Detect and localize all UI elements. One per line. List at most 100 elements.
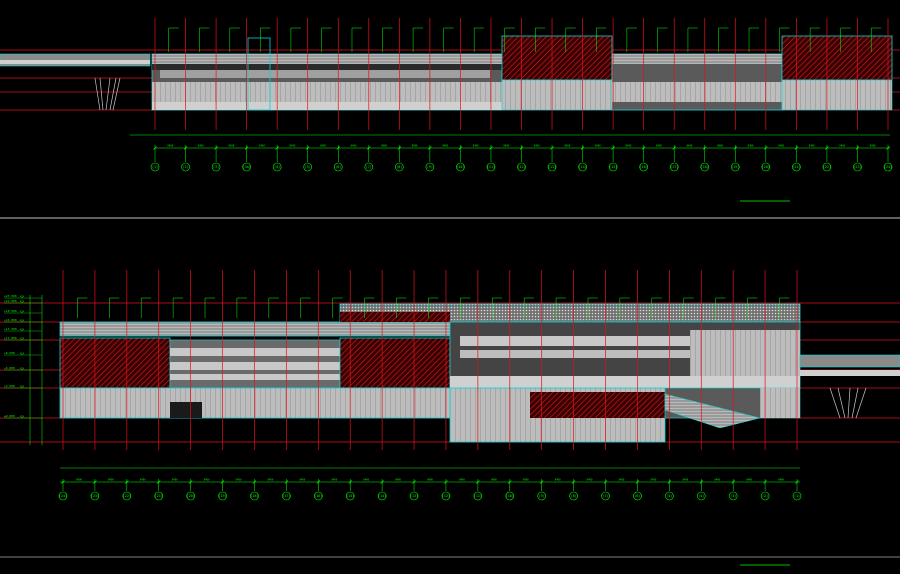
dimension-value: 8400 [656,145,662,148]
axis-label: (13) [548,165,556,169]
dimension-value: 8400 [140,479,146,482]
dimension-value: 8400 [363,479,369,482]
annotation-leader [77,297,88,318]
axis-label: (20) [187,494,195,498]
building-left-hatched-b [339,337,451,389]
axis-label: (3) [730,494,736,498]
annotation-leader [443,27,454,52]
level-triangle [19,352,25,356]
dimension-value: 8400 [564,145,570,148]
axis-label: (11) [487,165,495,169]
dimension-value: 8400 [228,145,234,148]
axis-label: (17) [282,494,290,498]
axis-label: (22) [823,165,831,169]
dimension-chain-bottom: 8400 8400 8400 8400 8400 8400 8400 8400 8400 8400… [60,467,800,491]
axis-label: (10) [506,494,514,498]
axis-label: (8) [396,165,402,169]
axis-label: (4) [698,494,704,498]
dimension-value: 8400 [204,479,210,482]
axis-label: (12) [442,494,450,498]
annotation-leader [321,27,332,52]
bridge-support-right [829,387,867,419]
dimension-value: 8400 [473,145,479,148]
dimension-value: 8400 [870,145,876,148]
axis-label: (6) [634,494,640,498]
level-label: +13.500 [4,327,17,331]
axis-label: (12) [517,165,525,169]
annotation-leader [236,297,247,318]
axis-label: (21) [155,494,163,498]
dimension-value: 8400 [746,479,752,482]
axis-label: (10) [456,165,464,169]
annotation-leader [109,297,120,318]
dimension-value: 8400 [555,479,561,482]
bridge-right [799,354,900,368]
dimension-value: 8400 [714,479,720,482]
axis-label: (2) [762,494,768,498]
elevation-drawing: 8400 8400 8400 8400 8400 8400 8400 8400 8400 8400… [0,18,900,566]
level-label: +16.000 [4,318,17,322]
axis-label: (20) [762,165,770,169]
axis-label: (16) [314,494,322,498]
axis-label: (24) [884,165,892,169]
bridge-support-left [94,77,121,111]
axis-label: (18) [701,165,709,169]
axis-label: (9) [427,165,433,169]
axis-label: (17) [670,165,678,169]
annotation-leader [168,27,179,52]
axis-label: (3a) [243,165,251,169]
building-block-hatched-1 [501,35,613,81]
dimension-value: 8400 [778,479,784,482]
dimension-value: 8400 [651,479,657,482]
annotation-leader [300,297,311,318]
dimension-value: 8400 [331,479,337,482]
axis-label: (19) [731,165,739,169]
dimension-value: 8400 [299,479,305,482]
axis-label: (18) [250,494,258,498]
dimension-value: 8400 [442,145,448,148]
dimension-value: 8400 [320,145,326,148]
axis-label: (23) [853,165,861,169]
annotation-leader [626,27,637,52]
axis-bubbles-bottom: (24) (23) (22) (21) (20) (19) (18) (17) (16) (15)… [58,491,802,501]
dimension-value: 8400 [198,145,204,148]
annotation-leader [473,27,485,52]
dimension-value: 8400 [503,145,509,148]
dimension-value: 8400 [748,145,754,148]
level-triangle [19,295,25,299]
annotation-leader [657,27,668,52]
level-label: +11.000 [4,336,17,340]
level-triangle [19,328,25,332]
dimension-value: 8400 [268,479,274,482]
axis-label: (9) [539,494,545,498]
dimension-value: 8400 [682,479,688,482]
dimension-value: 8400 [108,479,114,482]
building-left-base [59,387,451,419]
axis-label: (15) [346,494,354,498]
cad-drawing-canvas[interactable]: 8400 8400 8400 8400 8400 8400 8400 8400 8400 8400… [0,0,900,574]
annotation-leader [140,297,152,318]
dimension-value: 8400 [595,145,601,148]
level-label: +3.500 [4,384,15,388]
level-triangle [19,310,25,314]
dimension-value: 8400 [839,145,845,148]
building-block-hatched-2 [781,35,893,81]
axis-label: (15) [609,165,617,169]
dimension-value: 8400 [381,145,387,148]
dimension-value: 8400 [626,145,632,148]
axis-label: (21) [792,165,800,169]
axis-bubbles-top: (1) (2) (3) (3a) (4) (5) (6) (7) (8) (9) (10) (11) (… [150,162,893,172]
dimension-value: 8400 [534,145,540,148]
annotation-leader [382,27,393,52]
axis-label: (5) [666,494,672,498]
axis-label: (1) [152,165,158,169]
elevation-2: +23.500+21.000 +18.500 +16.000 +13.500 +11.0… [0,270,900,566]
axis-label: (13) [410,494,418,498]
building-left-roof [59,321,451,337]
dimension-value: 8400 [619,479,625,482]
level-markers: +23.500+21.000 +18.500 +16.000 +13.500 +11.0… [4,294,43,445]
axis-label: (22) [123,494,131,498]
annotation-leader [351,27,362,52]
axis-label: (5) [305,165,311,169]
building-left-hatched-a [59,337,171,389]
